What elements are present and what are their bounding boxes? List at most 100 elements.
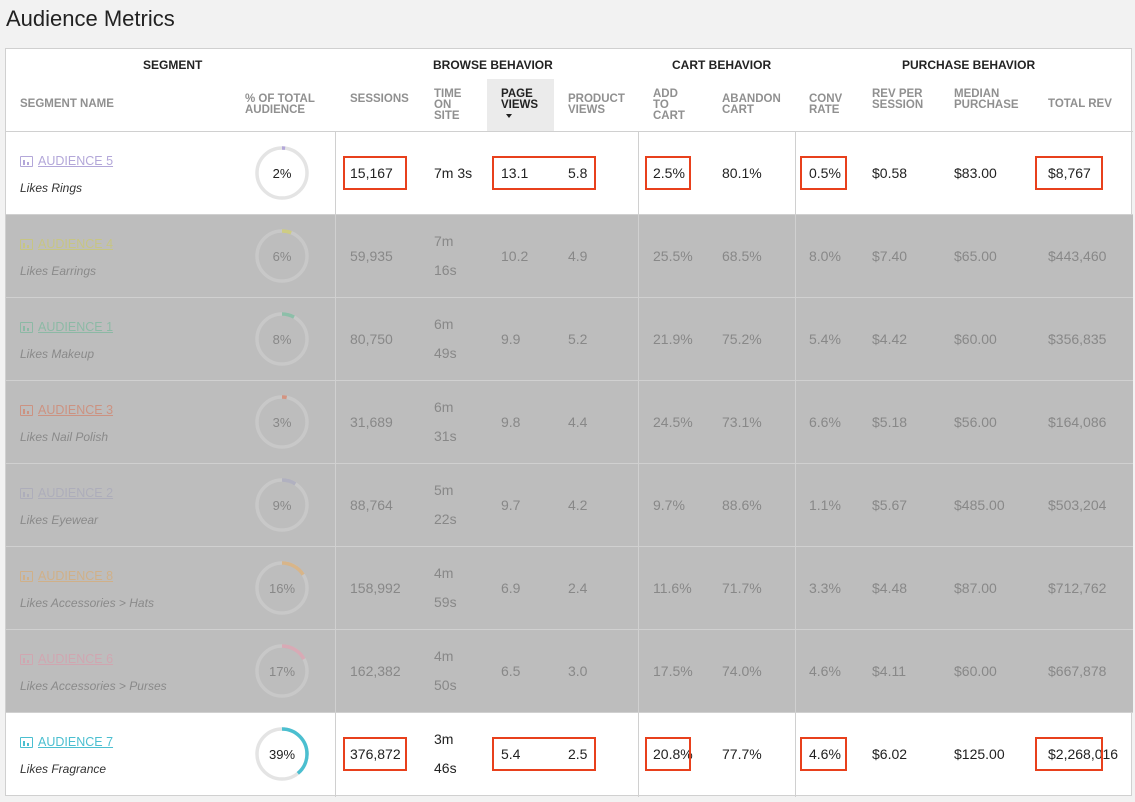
col-header-page-views[interactable]: PAGE VIEWS: [501, 88, 538, 111]
page-views-value: 10.2: [501, 248, 529, 264]
rev-per-session-value: $4.48: [872, 580, 908, 596]
donut-label: 16%: [269, 581, 295, 596]
conv-rate-value: 8.0%: [809, 248, 841, 264]
col-header-total-rev[interactable]: TOTAL REV: [1048, 98, 1112, 110]
col-header-segment-name[interactable]: SEGMENT NAME: [20, 98, 114, 110]
segment-chart-icon: [20, 239, 33, 250]
segment-link[interactable]: AUDIENCE 7: [38, 735, 113, 749]
total-rev-value: $443,460: [1048, 248, 1107, 264]
product-views-value: 3.0: [568, 663, 588, 679]
column-divider: [795, 132, 796, 797]
median-purchase-value: $60.00: [954, 331, 997, 347]
highlight-box: [645, 156, 691, 190]
conv-rate-value: 3.3%: [809, 580, 841, 596]
group-header-browse: BROWSE BEHAVIOR: [433, 58, 553, 72]
add-to-cart-value: 9.7%: [653, 497, 685, 513]
col-header-median-purchase[interactable]: MEDIAN PURCHASE: [954, 88, 1019, 111]
abandon-cart-value: 77.7%: [722, 746, 762, 762]
conv-rate-value: 6.6%: [809, 414, 841, 430]
group-header-cart: CART BEHAVIOR: [672, 58, 772, 72]
sessions-value: 162,382: [350, 663, 401, 679]
time-on-site-value: 4m 59s: [434, 565, 457, 610]
table-row[interactable]: AUDIENCE 2 Likes Eyewear 9% 88,764 5m 22s 9.7…: [6, 464, 1133, 547]
abandon-cart-value: 68.5%: [722, 248, 762, 264]
page-views-value: 9.7: [501, 497, 521, 513]
group-header-purchase: PURCHASE BEHAVIOR: [902, 58, 1036, 72]
donut-label: 2%: [273, 166, 292, 181]
highlight-box: [800, 737, 847, 771]
add-to-cart-value: 25.5%: [653, 248, 693, 264]
donut-label: 3%: [273, 415, 292, 430]
audience-share-donut: 8%: [255, 312, 309, 366]
audience-share-donut: 17%: [255, 644, 309, 698]
product-views-value: 4.9: [568, 248, 588, 264]
time-on-site-value: 7m 16s: [434, 233, 457, 278]
segment-chart-icon: [20, 405, 33, 416]
col-header-conv-rate[interactable]: CONV RATE: [809, 93, 842, 116]
col-header-add-to-cart[interactable]: ADD TO CART: [653, 88, 685, 122]
segment-description: Likes Accessories > Hats: [20, 596, 154, 610]
highlight-box: [343, 156, 407, 190]
rev-per-session-value: $7.40: [872, 248, 908, 264]
column-divider: [638, 132, 639, 797]
sessions-value: 88,764: [350, 497, 393, 513]
sessions-value: 31,689: [350, 414, 393, 430]
time-on-site-value: 5m 22s: [434, 482, 457, 527]
table-row[interactable]: AUDIENCE 7 Likes Fragrance 39% 376,872 3m 46…: [6, 713, 1133, 796]
table-row[interactable]: AUDIENCE 4 Likes Earrings 6% 59,935 7m 16s 10…: [6, 215, 1133, 298]
col-header-rev-per-session[interactable]: REV PER SESSION: [872, 88, 923, 111]
total-rev-value: $667,878: [1048, 663, 1107, 679]
table-row[interactable]: AUDIENCE 8 Likes Accessories > Hats 16% 158…: [6, 547, 1133, 630]
segment-link[interactable]: AUDIENCE 8: [38, 569, 113, 583]
segment-link[interactable]: AUDIENCE 2: [38, 486, 113, 500]
segment-link[interactable]: AUDIENCE 3: [38, 403, 113, 417]
rev-per-session-value: $0.58: [872, 165, 908, 181]
col-header-product-views[interactable]: PRODUCT VIEWS: [568, 93, 625, 116]
sessions-value: 158,992: [350, 580, 401, 596]
segment-description: Likes Earrings: [20, 264, 97, 278]
segment-link[interactable]: AUDIENCE 5: [38, 154, 113, 168]
product-views-value: 5.2: [568, 331, 588, 347]
table-row[interactable]: AUDIENCE 3 Likes Nail Polish 3% 31,689 6m 31…: [6, 381, 1133, 464]
median-purchase-value: $87.00: [954, 580, 997, 596]
audience-share-donut: 3%: [255, 395, 309, 449]
group-header-segment: SEGMENT: [143, 58, 203, 72]
segment-link[interactable]: AUDIENCE 4: [38, 237, 113, 251]
column-divider: [335, 132, 336, 797]
total-rev-value: $712,762: [1048, 580, 1107, 596]
highlight-box: [1035, 156, 1103, 190]
rev-per-session-value: $4.42: [872, 331, 908, 347]
col-header-time-on-site[interactable]: TIME ON SITE: [434, 88, 461, 122]
col-header-sessions[interactable]: SESSIONS: [350, 93, 409, 105]
col-header-pct-total[interactable]: % OF TOTAL AUDIENCE: [245, 93, 315, 116]
col-header-abandon-cart[interactable]: ABANDON CART: [722, 93, 781, 116]
rev-per-session-value: $5.18: [872, 414, 908, 430]
audience-share-donut: 6%: [255, 229, 309, 283]
median-purchase-value: $56.00: [954, 414, 997, 430]
time-on-site-value: 7m 3s: [434, 165, 473, 181]
add-to-cart-value: 17.5%: [653, 663, 693, 679]
time-on-site-value: 6m 49s: [434, 316, 457, 361]
table-row[interactable]: AUDIENCE 5 Likes Rings 2% 15,167 7m 3s 13.1 5.…: [6, 132, 1133, 215]
table-row[interactable]: AUDIENCE 6 Likes Accessories > Purses 17% 1…: [6, 630, 1133, 713]
sort-desc-icon[interactable]: [506, 114, 512, 118]
add-to-cart-value: 24.5%: [653, 414, 693, 430]
audience-metrics-table: SEGMENT BROWSE BEHAVIOR CART BEHAVIOR PU…: [5, 48, 1133, 797]
donut-label: 8%: [273, 332, 292, 347]
abandon-cart-value: 75.2%: [722, 331, 762, 347]
highlight-box: [645, 737, 691, 771]
abandon-cart-value: 88.6%: [722, 497, 762, 513]
segment-link[interactable]: AUDIENCE 6: [38, 652, 113, 666]
segment-link[interactable]: AUDIENCE 1: [38, 320, 113, 334]
abandon-cart-value: 80.1%: [722, 165, 762, 181]
highlight-box: [343, 737, 407, 771]
add-to-cart-value: 11.6%: [653, 580, 692, 596]
product-views-value: 4.4: [568, 414, 588, 430]
product-views-value: 2.4: [568, 580, 588, 596]
sessions-value: 80,750: [350, 331, 393, 347]
table-row[interactable]: AUDIENCE 1 Likes Makeup 8% 80,750 6m 49s 9.9 5…: [6, 298, 1133, 381]
conv-rate-value: 4.6%: [809, 663, 841, 679]
segment-chart-icon: [20, 654, 33, 665]
donut-label: 6%: [273, 249, 292, 264]
median-purchase-value: $60.00: [954, 663, 997, 679]
